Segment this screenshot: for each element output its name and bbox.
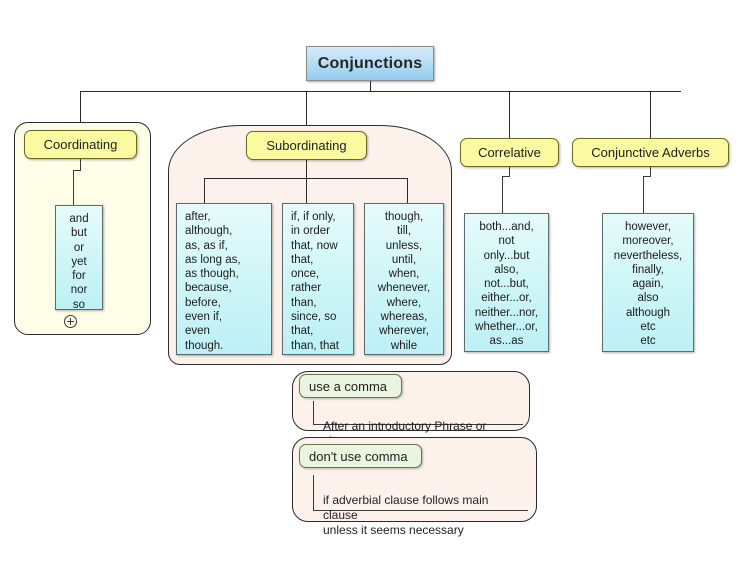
list-box-conjunctive-adverbs[interactable]: however, moreover, nevertheless, finally… xyxy=(602,213,694,352)
connector-sub-drop-1 xyxy=(204,178,205,203)
list-text: if, if only, in order that, now that, on… xyxy=(291,211,339,352)
connector-coord-seg2 xyxy=(73,170,81,171)
list-text: after, although, as, as if, as long as, … xyxy=(185,211,241,352)
list-box-correlative[interactable]: both...and, not only...but also, not...b… xyxy=(464,213,549,352)
connector-adv-seg3 xyxy=(643,176,644,213)
connector-root-stem xyxy=(370,81,371,91)
branch-header-label: Coordinating xyxy=(43,137,118,152)
list-text: however, moreover, nevertheless, finally… xyxy=(613,221,683,348)
list-text: both...and, not only...but also, not...b… xyxy=(474,221,539,348)
root-node-label: Conjunctions xyxy=(317,54,423,72)
list-box-subordinating-2[interactable]: if, if only, in order that, now that, on… xyxy=(282,203,354,355)
list-text: and but or yet for nor so xyxy=(69,213,89,310)
connector-corr-seg3 xyxy=(502,176,503,213)
note-body-dont-use-comma[interactable]: if adverbial clause follows main clause … xyxy=(313,475,528,537)
connector-coord-seg1 xyxy=(80,159,81,170)
list-text: though, till, unless, until, when, whene… xyxy=(377,211,431,352)
branch-header-subordinating[interactable]: Subordinating xyxy=(246,131,367,160)
mindmap-canvas: Conjunctions Coordinating and but or yet… xyxy=(0,0,750,563)
branch-header-label: Conjunctive Adverbs xyxy=(591,145,710,160)
list-box-subordinating-3[interactable]: though, till, unless, until, when, whene… xyxy=(364,203,444,355)
connector-sub-drop-2 xyxy=(306,178,307,203)
connector-drop-subordinating xyxy=(306,91,307,125)
list-box-subordinating-1[interactable]: after, although, as, as if, as long as, … xyxy=(176,203,272,355)
connector-main-bus xyxy=(80,91,681,92)
connector-coord-seg3 xyxy=(73,170,74,205)
branch-header-coordinating[interactable]: Coordinating xyxy=(24,130,137,159)
branch-header-label: Subordinating xyxy=(266,138,347,153)
connector-sub-drop-3 xyxy=(407,178,408,203)
connector-corr-seg1 xyxy=(509,167,510,176)
connector-drop-correlative xyxy=(509,91,510,138)
note-header-dont-use-comma[interactable]: don't use comma xyxy=(299,444,422,468)
note-body-use-comma[interactable]: After an introductory Phrase or clause xyxy=(313,401,523,448)
list-box-coordinating[interactable]: and but or yet for nor so xyxy=(55,205,103,310)
branch-header-correlative[interactable]: Correlative xyxy=(460,138,559,167)
connector-adv-seg2 xyxy=(643,176,651,177)
plus-circle-icon[interactable] xyxy=(64,315,77,328)
branch-header-label: Correlative xyxy=(478,145,541,160)
connector-sub-stem xyxy=(306,160,307,178)
connector-corr-seg2 xyxy=(502,176,510,177)
note-header-use-comma[interactable]: use a comma xyxy=(299,374,402,398)
connector-adv-seg1 xyxy=(650,167,651,176)
branch-header-conjunctive-adverbs[interactable]: Conjunctive Adverbs xyxy=(572,138,729,167)
note-header-label: don't use comma xyxy=(309,448,408,464)
connector-drop-conjunctive-adverbs xyxy=(650,91,651,138)
root-node-conjunctions[interactable]: Conjunctions xyxy=(306,46,434,81)
note-header-label: use a comma xyxy=(309,378,388,394)
